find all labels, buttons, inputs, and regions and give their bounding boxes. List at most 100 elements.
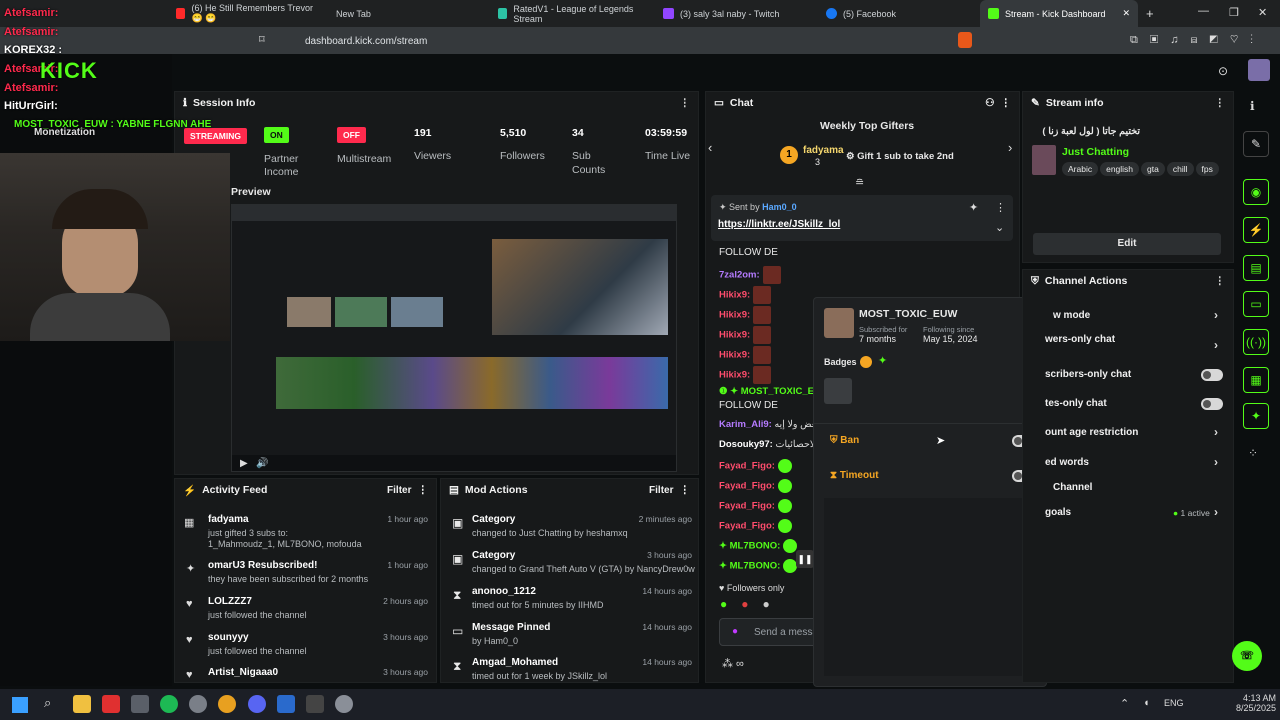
grid-icon[interactable]: ⁘ bbox=[1248, 446, 1258, 460]
kick-logo: KICK bbox=[40, 58, 98, 83]
search-icon[interactable]: ⊙ bbox=[1218, 64, 1228, 78]
followers-only-label: ♥ Followers only bbox=[719, 583, 785, 593]
chevron-right-icon[interactable]: › bbox=[1214, 505, 1218, 519]
discord-icon[interactable] bbox=[248, 695, 266, 713]
app-icon[interactable] bbox=[102, 695, 120, 713]
avatar[interactable] bbox=[1248, 59, 1270, 81]
info-icon: ℹ bbox=[183, 97, 187, 109]
language-indicator[interactable]: ENG bbox=[1164, 698, 1184, 708]
store-icon[interactable] bbox=[131, 695, 149, 713]
gift-sub-button[interactable]: ⚙ Gift 1 sub to take 2nd bbox=[846, 151, 954, 162]
browser-tab[interactable]: (3) saly 3al naby - Twitch bbox=[655, 0, 815, 27]
browser-tab[interactable]: RatedV1 - League of Legends Stream bbox=[490, 0, 650, 27]
activity-item: ♥ LOLZZZ7 just followed the channel 2 hou… bbox=[186, 596, 428, 620]
maximize-icon[interactable]: ❐ bbox=[1229, 6, 1239, 19]
chevron-right-icon[interactable]: › bbox=[1214, 308, 1218, 322]
minimize-icon[interactable]: — bbox=[1198, 5, 1209, 17]
mod-action-item: ⧗ anonoo_1212 timed out for 5 minutes by I… bbox=[453, 586, 692, 610]
partner-income-label: Partner Income bbox=[264, 153, 299, 178]
help-button[interactable]: ☏ bbox=[1232, 641, 1262, 671]
time-live-stat: 03:59:59 Time Live bbox=[645, 127, 691, 162]
pause-chat-button[interactable]: ❚❚ bbox=[796, 550, 814, 568]
app-icon[interactable] bbox=[306, 695, 324, 713]
tools-sidebar-button[interactable]: ✦ bbox=[1243, 403, 1269, 429]
emote-bar[interactable]: ●●● bbox=[720, 597, 784, 611]
settings-icon[interactable]: ⁂ ∞ bbox=[722, 657, 744, 670]
file-explorer-icon[interactable] bbox=[73, 695, 91, 713]
more-icon[interactable]: ⋮ bbox=[418, 484, 429, 496]
viewers-stat: 191 Viewers bbox=[414, 127, 452, 162]
notes-sidebar-button[interactable]: ▤ bbox=[1243, 255, 1269, 281]
new-tab-icon[interactable]: + bbox=[1146, 6, 1154, 21]
collapse-icon[interactable]: ≘ bbox=[855, 176, 864, 189]
partner-income-toggle[interactable]: ON bbox=[264, 127, 289, 143]
player-controls[interactable]: ▶ 🔊 bbox=[232, 455, 676, 471]
browser-tab[interactable]: (5) Facebook bbox=[818, 0, 978, 27]
edit-sidebar-button[interactable]: ✎ bbox=[1243, 131, 1269, 157]
browser-tab[interactable]: New Tab bbox=[328, 0, 488, 27]
edit-button[interactable]: Edit bbox=[1033, 233, 1221, 255]
emotes-only-toggle[interactable] bbox=[1201, 398, 1223, 410]
filter-button[interactable]: Filter bbox=[649, 485, 673, 496]
browser-tab[interactable]: (6) He Still Remembers Trevor 😁 😁 bbox=[168, 0, 328, 27]
close-window-icon[interactable]: ✕ bbox=[1258, 6, 1267, 19]
preview-thumbnail bbox=[492, 239, 668, 335]
age-restriction-action[interactable]: ount age restriction bbox=[1045, 427, 1225, 438]
more-icon[interactable]: ⋮ bbox=[1215, 97, 1226, 109]
extension-icons[interactable]: ⧉▣♫⧈◩♡⋮ bbox=[1130, 34, 1265, 47]
more-icon[interactable]: ⋮ bbox=[680, 484, 691, 496]
avatar bbox=[824, 308, 854, 338]
mod-action-item: ▣ Category changed to Grand Theft Auto V (… bbox=[452, 550, 695, 574]
edit-icon: ✎ bbox=[1031, 97, 1040, 109]
vscode-icon[interactable] bbox=[277, 695, 295, 713]
chat-header: ▭ Chat ⚇ ⋮ bbox=[714, 97, 1012, 109]
more-icon[interactable]: ⋮ bbox=[1001, 97, 1012, 109]
info-icon[interactable]: ℹ bbox=[1250, 99, 1255, 113]
chat-message-text: FOLLOW DE bbox=[719, 400, 778, 411]
banned-words-action[interactable]: ed words bbox=[1045, 457, 1225, 468]
close-tab-icon[interactable]: ✕ bbox=[1122, 8, 1130, 19]
list-sidebar-button[interactable]: ▦ bbox=[1243, 367, 1269, 393]
broadcast-sidebar-button[interactable]: ((·)) bbox=[1243, 329, 1269, 355]
chevron-right-icon[interactable]: › bbox=[1214, 425, 1218, 439]
bookmark-icon[interactable]: ⌑ bbox=[259, 33, 265, 46]
brave-icon[interactable] bbox=[958, 32, 972, 48]
clock[interactable]: 4:13 AM 8/25/2025 bbox=[1236, 693, 1276, 713]
followers-only-action[interactable]: wers-only chat bbox=[1045, 334, 1225, 345]
windows-start-icon[interactable] bbox=[12, 697, 28, 713]
pinned-link[interactable]: https://linktr.ee/JSkillz_lol bbox=[718, 219, 840, 230]
camera-sidebar-button[interactable]: ◉ bbox=[1243, 179, 1269, 205]
chevron-down-icon[interactable]: ⌄ bbox=[995, 221, 1004, 234]
mic-icon[interactable]: ◖ bbox=[1143, 697, 1150, 709]
stream-preview-video[interactable]: ▶ 🔊 bbox=[231, 204, 677, 472]
chat-sidebar-button[interactable]: ▭ bbox=[1243, 291, 1269, 317]
slow-mode-action[interactable]: w mode bbox=[1045, 310, 1225, 321]
chevron-right-icon[interactable]: › bbox=[1214, 455, 1218, 469]
pin-icon[interactable]: ✦ bbox=[969, 201, 978, 214]
subscribers-only-action[interactable]: scribers-only chat bbox=[1045, 369, 1225, 380]
users-icon[interactable]: ⚇ bbox=[985, 97, 994, 109]
url-field[interactable]: dashboard.kick.com/stream bbox=[275, 31, 1055, 51]
lightning-sidebar-button[interactable]: ⚡ bbox=[1243, 217, 1269, 243]
spotify-icon[interactable] bbox=[160, 695, 178, 713]
chrome-icon[interactable] bbox=[218, 695, 236, 713]
multistream-toggle[interactable]: OFF bbox=[337, 127, 366, 143]
app-icon[interactable] bbox=[189, 695, 207, 713]
chevron-right-icon[interactable]: › bbox=[1214, 338, 1218, 352]
browser-tab-active[interactable]: Stream - Kick Dashboard ✕ bbox=[980, 0, 1138, 27]
emotes-only-action[interactable]: tes-only chat bbox=[1045, 398, 1225, 409]
more-icon[interactable]: ⋮ bbox=[995, 201, 1006, 214]
more-icon[interactable]: ⋮ bbox=[680, 97, 691, 109]
chevron-right-icon[interactable]: › bbox=[1008, 140, 1012, 155]
filter-button[interactable]: Filter bbox=[387, 485, 411, 496]
tray-chevron-icon[interactable]: ⌃ bbox=[1120, 697, 1129, 710]
channel-action[interactable]: Channel bbox=[1045, 482, 1225, 493]
activity-feed-header: ⚡ Activity Feed Filter ⋮ bbox=[183, 484, 429, 497]
chevron-left-icon[interactable]: ‹ bbox=[708, 140, 712, 155]
mic-icon[interactable]: ● bbox=[732, 626, 738, 637]
chat-message: Hikix9: bbox=[719, 346, 772, 364]
settings-icon[interactable] bbox=[335, 695, 353, 713]
more-icon[interactable]: ⋮ bbox=[1215, 275, 1226, 287]
subscribers-only-toggle[interactable] bbox=[1201, 369, 1223, 381]
search-icon[interactable]: ⌕ bbox=[44, 695, 51, 711]
